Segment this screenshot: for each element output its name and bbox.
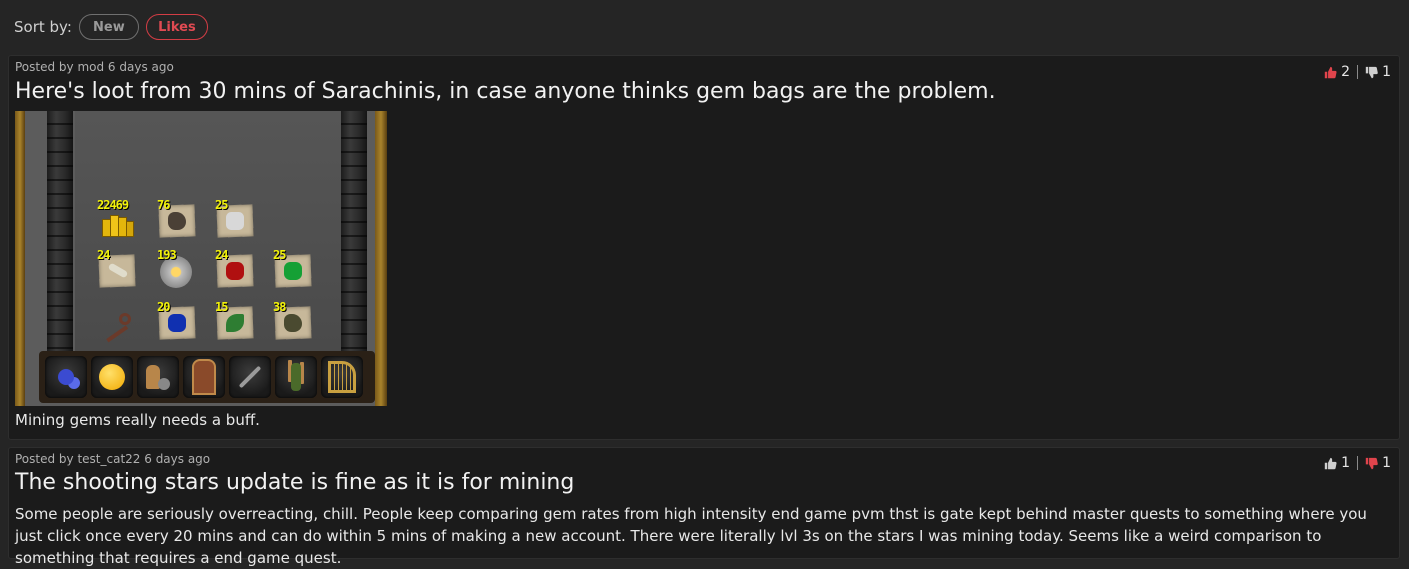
inventory-slot: 20 <box>157 300 197 341</box>
post-body: Mining gems really needs a buff. <box>15 411 260 429</box>
thumbs-down-icon <box>1365 66 1378 78</box>
post-body: Some people are seriously overreacting, … <box>15 505 1367 567</box>
stone-pillar-right <box>341 111 367 361</box>
inventory-slot: 76 <box>157 198 197 239</box>
item-quantity: 193 <box>157 248 177 262</box>
dislike-button[interactable]: 1 <box>1365 64 1391 80</box>
inventory-slot <box>97 303 137 343</box>
vote-controls: 1 1 <box>1324 455 1391 471</box>
post-meta: Posted by mod 6 days ago <box>15 60 174 74</box>
diamond-icon <box>226 212 244 230</box>
ore-icon <box>284 314 302 332</box>
item-quantity: 22469 <box>97 198 129 212</box>
item-quantity: 25 <box>215 198 228 212</box>
dislike-count: 1 <box>1382 64 1391 80</box>
emerald-icon <box>284 262 302 280</box>
post-card[interactable]: Posted by test_cat22 6 days ago 1 1 The … <box>8 447 1400 567</box>
item-quantity: 24 <box>215 248 228 262</box>
sort-new-button[interactable]: New <box>78 14 139 40</box>
inventory-slot: 24 <box>215 248 255 289</box>
sort-bar: Sort by: New Likes <box>14 12 215 42</box>
inventory-slot: 25 <box>273 248 313 289</box>
inventory-slot: 193 <box>157 248 197 289</box>
wood-frame-right <box>375 111 387 406</box>
item-quantity: 15 <box>215 300 228 314</box>
inventory-slot: 38 <box>273 300 313 341</box>
post-image[interactable]: 22469 76 25 24 193 24 25 20 15 38 <box>15 111 387 406</box>
key-icon <box>103 311 133 343</box>
vote-divider <box>1357 65 1359 79</box>
sort-likes-button[interactable]: Likes <box>145 14 208 40</box>
like-count: 2 <box>1341 64 1351 80</box>
post-card[interactable]: Posted by mod 6 days ago 2 1 Here's loot… <box>8 55 1400 440</box>
post-meta: Posted by test_cat22 6 days ago <box>15 452 211 466</box>
inventory-slot: 15 <box>215 300 255 341</box>
wood-frame-left <box>15 111 25 406</box>
item-quantity: 20 <box>157 300 170 314</box>
settings-tab-icon[interactable] <box>137 356 179 398</box>
harp-icon[interactable] <box>321 356 363 398</box>
dislike-count: 1 <box>1382 455 1391 471</box>
ruby-icon <box>226 262 244 280</box>
inventory-slot: 22469 <box>97 198 137 239</box>
sort-label: Sort by: <box>14 18 72 36</box>
thumbs-up-icon <box>1324 457 1337 469</box>
like-button[interactable]: 1 <box>1324 455 1350 471</box>
prayer-tab-icon[interactable] <box>45 356 87 398</box>
inventory-slot: 25 <box>215 198 255 239</box>
logout-door-icon[interactable] <box>183 356 225 398</box>
vote-divider <box>1357 456 1359 470</box>
item-quantity: 76 <box>157 198 170 212</box>
game-tab-bar <box>39 351 375 403</box>
item-quantity: 38 <box>273 300 286 314</box>
like-count: 1 <box>1341 455 1351 471</box>
stone-pillar-left <box>47 111 73 361</box>
sapphire-icon <box>168 314 186 332</box>
item-quantity: 24 <box>97 248 110 262</box>
item-quantity: 25 <box>273 248 286 262</box>
emote-tab-icon[interactable] <box>91 356 133 398</box>
like-button[interactable]: 2 <box>1324 64 1350 80</box>
post-title[interactable]: Here's loot from 30 mins of Sarachinis, … <box>15 79 996 104</box>
vote-controls: 2 1 <box>1324 64 1391 80</box>
inventory-slot: 24 <box>97 248 137 289</box>
dislike-button[interactable]: 1 <box>1365 455 1391 471</box>
wrench-icon[interactable] <box>229 356 271 398</box>
post-title[interactable]: The shooting stars update is fine as it … <box>15 470 574 495</box>
thumbs-down-icon <box>1365 457 1378 469</box>
ore-icon <box>168 212 186 230</box>
thumbs-up-icon <box>1324 66 1337 78</box>
character-icon[interactable] <box>275 356 317 398</box>
